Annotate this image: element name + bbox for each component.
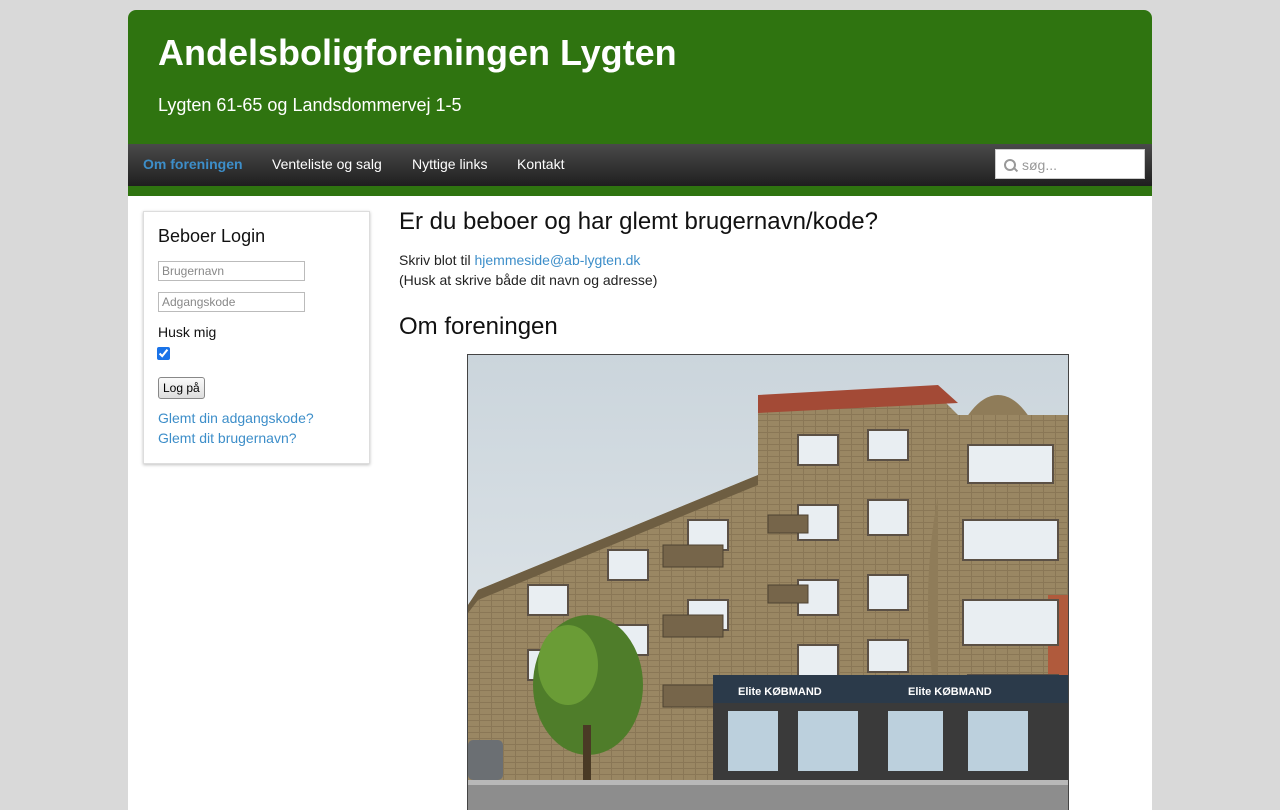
search-input[interactable] xyxy=(1020,154,1142,176)
nav-item-om-foreningen[interactable]: Om foreningen xyxy=(143,144,243,186)
email-link[interactable]: hjemmeside@ab-lygten.dk xyxy=(474,252,640,268)
building-illustration: Elite KØBMAND Elite KØBMAND xyxy=(468,355,1068,810)
site-subtitle: Lygten 61-65 og Landsdommervej 1-5 xyxy=(158,95,462,115)
nav-item-venteliste[interactable]: Venteliste og salg xyxy=(272,144,382,186)
site-header: Andelsboligforeningen Lygten Lygten 61-6… xyxy=(128,10,1152,144)
search-icon xyxy=(1004,159,1016,171)
shop-sign-1: Elite KØBMAND xyxy=(738,686,822,698)
building-photo: Elite KØBMAND Elite KØBMAND xyxy=(467,354,1069,810)
page-container: Andelsboligforeningen Lygten Lygten 61-6… xyxy=(128,10,1152,810)
page-heading: Er du beboer og har glemt brugernavn/kod… xyxy=(399,208,878,235)
login-title: Beboer Login xyxy=(158,226,266,246)
nav-item-kontakt[interactable]: Kontakt xyxy=(517,144,564,186)
username-field[interactable] xyxy=(158,261,305,281)
forgot-password-link[interactable]: Glemt din adgangskode? xyxy=(158,410,314,426)
contact-line: Skriv blot til hjemmeside@ab-lygten.dk xyxy=(399,252,640,268)
login-panel: Beboer Login Husk mig Log på Glemt din a… xyxy=(143,211,370,464)
search-box xyxy=(995,149,1145,179)
nav-divider xyxy=(128,186,1152,196)
remember-checkbox[interactable] xyxy=(157,347,170,360)
section-heading: Om foreningen xyxy=(399,313,558,340)
password-field[interactable] xyxy=(158,292,305,312)
login-button[interactable]: Log på xyxy=(158,377,205,399)
forgot-username-link[interactable]: Glemt dit brugernavn? xyxy=(158,430,297,446)
contact-prefix: Skriv blot til xyxy=(399,252,471,268)
shop-sign-2: Elite KØBMAND xyxy=(908,686,992,698)
nav-item-nyttige-links[interactable]: Nyttige links xyxy=(412,144,487,186)
site-title[interactable]: Andelsboligforeningen Lygten xyxy=(158,32,677,74)
contact-note: (Husk at skrive både dit navn og adresse… xyxy=(399,272,658,288)
remember-label: Husk mig xyxy=(158,324,217,340)
